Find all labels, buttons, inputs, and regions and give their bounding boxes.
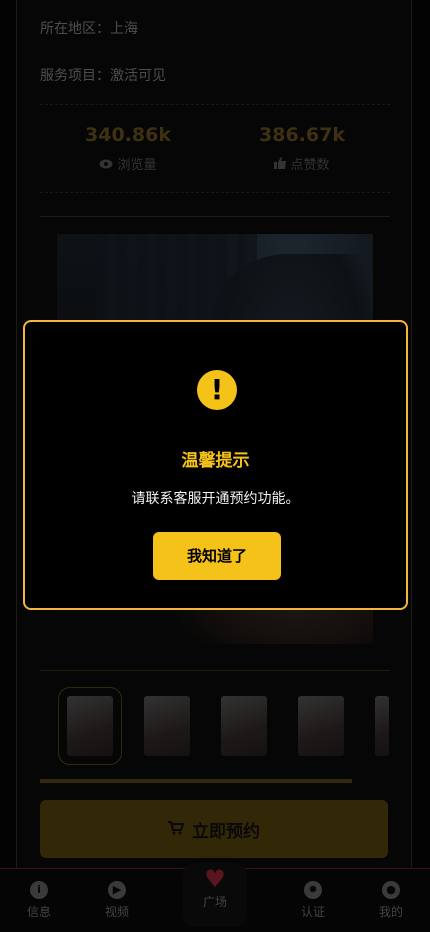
dialog-title: 温馨提示 xyxy=(181,451,250,471)
exclamation-icon: ! xyxy=(197,370,237,410)
confirm-button[interactable]: 我知道了 xyxy=(153,532,281,580)
notice-dialog: ! 温馨提示 请联系客服开通预约功能。 我知道了 xyxy=(23,320,408,610)
dialog-message: 请联系客服开通预约功能。 xyxy=(131,491,300,507)
